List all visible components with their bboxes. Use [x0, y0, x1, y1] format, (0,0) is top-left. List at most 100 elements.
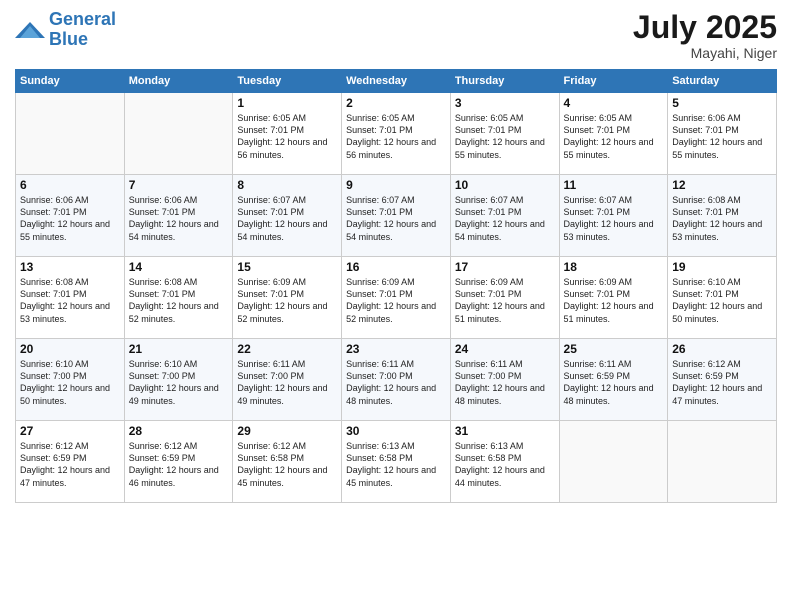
page-container: General Blue July 2025 Mayahi, Niger Sun…	[0, 0, 792, 612]
day-info: Sunrise: 6:09 AM Sunset: 7:01 PM Dayligh…	[346, 276, 446, 325]
day-info: Sunrise: 6:10 AM Sunset: 7:01 PM Dayligh…	[672, 276, 772, 325]
day-info: Sunrise: 6:11 AM Sunset: 7:00 PM Dayligh…	[237, 358, 337, 407]
day-info: Sunrise: 6:09 AM Sunset: 7:01 PM Dayligh…	[455, 276, 555, 325]
col-saturday: Saturday	[668, 70, 777, 93]
calendar-cell: 25 Sunrise: 6:11 AM Sunset: 6:59 PM Dayli…	[559, 339, 668, 421]
calendar-cell: 28 Sunrise: 6:12 AM Sunset: 6:59 PM Dayli…	[124, 421, 233, 503]
calendar-cell: 18 Sunrise: 6:09 AM Sunset: 7:01 PM Dayli…	[559, 257, 668, 339]
col-tuesday: Tuesday	[233, 70, 342, 93]
day-info: Sunrise: 6:12 AM Sunset: 6:58 PM Dayligh…	[237, 440, 337, 489]
calendar-cell: 6Sunrise: 6:06 AM Sunset: 7:01 PM Daylig…	[16, 175, 125, 257]
day-info: Sunrise: 6:05 AM Sunset: 7:01 PM Dayligh…	[346, 112, 446, 161]
day-number: 18	[564, 260, 664, 274]
calendar-week-5: 27Sunrise: 6:12 AM Sunset: 6:59 PM Dayli…	[16, 421, 777, 503]
calendar-cell: 12Sunrise: 6:08 AM Sunset: 7:01 PM Dayli…	[668, 175, 777, 257]
calendar-cell	[668, 421, 777, 503]
col-monday: Monday	[124, 70, 233, 93]
day-number: 17	[455, 260, 555, 274]
day-number: 11	[564, 178, 664, 192]
day-info: Sunrise: 6:08 AM Sunset: 7:01 PM Dayligh…	[129, 276, 229, 325]
calendar-cell: 29Sunrise: 6:12 AM Sunset: 6:58 PM Dayli…	[233, 421, 342, 503]
day-info: Sunrise: 6:05 AM Sunset: 7:01 PM Dayligh…	[564, 112, 664, 161]
day-number: 25	[564, 342, 664, 356]
day-number: 1	[237, 96, 337, 110]
day-info: Sunrise: 6:12 AM Sunset: 6:59 PM Dayligh…	[129, 440, 229, 489]
calendar-cell: 4Sunrise: 6:05 AM Sunset: 7:01 PM Daylig…	[559, 93, 668, 175]
day-number: 31	[455, 424, 555, 438]
location: Mayahi, Niger	[633, 45, 777, 61]
calendar-cell: 19 Sunrise: 6:10 AM Sunset: 7:01 PM Dayli…	[668, 257, 777, 339]
calendar-cell: 10 Sunrise: 6:07 AM Sunset: 7:01 PM Dayli…	[450, 175, 559, 257]
day-number: 28	[129, 424, 229, 438]
day-number: 26	[672, 342, 772, 356]
calendar-week-1: 1 Sunrise: 6:05 AM Sunset: 7:01 PM Daylig…	[16, 93, 777, 175]
day-number: 10	[455, 178, 555, 192]
day-info: Sunrise: 6:07 AM Sunset: 7:01 PM Dayligh…	[564, 194, 664, 243]
day-info: Sunrise: 6:09 AM Sunset: 7:01 PM Dayligh…	[237, 276, 337, 325]
logo-line2: Blue	[49, 29, 88, 49]
calendar-cell: 2 Sunrise: 6:05 AM Sunset: 7:01 PM Daylig…	[342, 93, 451, 175]
calendar-cell: 8 Sunrise: 6:07 AM Sunset: 7:01 PM Daylig…	[233, 175, 342, 257]
calendar-body: 1 Sunrise: 6:05 AM Sunset: 7:01 PM Daylig…	[16, 93, 777, 503]
calendar-cell: 22 Sunrise: 6:11 AM Sunset: 7:00 PM Dayli…	[233, 339, 342, 421]
calendar-cell	[124, 93, 233, 175]
day-number: 30	[346, 424, 446, 438]
logo-text: General Blue	[49, 10, 116, 50]
day-info: Sunrise: 6:07 AM Sunset: 7:01 PM Dayligh…	[455, 194, 555, 243]
month-year: July 2025	[633, 10, 777, 45]
calendar-header: Sunday Monday Tuesday Wednesday Thursday…	[16, 70, 777, 93]
logo-icon	[15, 18, 45, 42]
calendar-cell: 14 Sunrise: 6:08 AM Sunset: 7:01 PM Dayli…	[124, 257, 233, 339]
day-number: 16	[346, 260, 446, 274]
calendar-cell: 11 Sunrise: 6:07 AM Sunset: 7:01 PM Dayli…	[559, 175, 668, 257]
day-number: 13	[20, 260, 120, 274]
calendar-cell: 13 Sunrise: 6:08 AM Sunset: 7:01 PM Dayli…	[16, 257, 125, 339]
day-info: Sunrise: 6:08 AM Sunset: 7:01 PM Dayligh…	[20, 276, 120, 325]
day-number: 5	[672, 96, 772, 110]
col-wednesday: Wednesday	[342, 70, 451, 93]
calendar-cell: 31 Sunrise: 6:13 AM Sunset: 6:58 PM Dayli…	[450, 421, 559, 503]
col-thursday: Thursday	[450, 70, 559, 93]
day-number: 22	[237, 342, 337, 356]
day-number: 6	[20, 178, 120, 192]
calendar-cell: 30Sunrise: 6:13 AM Sunset: 6:58 PM Dayli…	[342, 421, 451, 503]
day-info: Sunrise: 6:13 AM Sunset: 6:58 PM Dayligh…	[455, 440, 555, 489]
day-number: 12	[672, 178, 772, 192]
day-info: Sunrise: 6:11 AM Sunset: 7:00 PM Dayligh…	[455, 358, 555, 407]
calendar-cell: 21Sunrise: 6:10 AM Sunset: 7:00 PM Dayli…	[124, 339, 233, 421]
calendar-cell: 23Sunrise: 6:11 AM Sunset: 7:00 PM Dayli…	[342, 339, 451, 421]
day-info: Sunrise: 6:07 AM Sunset: 7:01 PM Dayligh…	[237, 194, 337, 243]
calendar-cell: 9 Sunrise: 6:07 AM Sunset: 7:01 PM Daylig…	[342, 175, 451, 257]
logo: General Blue	[15, 10, 116, 50]
day-number: 23	[346, 342, 446, 356]
day-info: Sunrise: 6:07 AM Sunset: 7:01 PM Dayligh…	[346, 194, 446, 243]
title-block: July 2025 Mayahi, Niger	[633, 10, 777, 61]
day-number: 15	[237, 260, 337, 274]
calendar-cell: 27Sunrise: 6:12 AM Sunset: 6:59 PM Dayli…	[16, 421, 125, 503]
calendar-week-4: 20 Sunrise: 6:10 AM Sunset: 7:00 PM Dayli…	[16, 339, 777, 421]
day-info: Sunrise: 6:11 AM Sunset: 6:59 PM Dayligh…	[564, 358, 664, 407]
day-number: 24	[455, 342, 555, 356]
day-number: 2	[346, 96, 446, 110]
calendar-cell: 5Sunrise: 6:06 AM Sunset: 7:01 PM Daylig…	[668, 93, 777, 175]
day-number: 8	[237, 178, 337, 192]
day-number: 19	[672, 260, 772, 274]
calendar-cell	[559, 421, 668, 503]
calendar-cell: 20 Sunrise: 6:10 AM Sunset: 7:00 PM Dayli…	[16, 339, 125, 421]
day-number: 14	[129, 260, 229, 274]
day-number: 20	[20, 342, 120, 356]
calendar-cell	[16, 93, 125, 175]
header: General Blue July 2025 Mayahi, Niger	[15, 10, 777, 61]
day-info: Sunrise: 6:09 AM Sunset: 7:01 PM Dayligh…	[564, 276, 664, 325]
day-info: Sunrise: 6:10 AM Sunset: 7:00 PM Dayligh…	[129, 358, 229, 407]
calendar-cell: 15 Sunrise: 6:09 AM Sunset: 7:01 PM Dayli…	[233, 257, 342, 339]
day-info: Sunrise: 6:10 AM Sunset: 7:00 PM Dayligh…	[20, 358, 120, 407]
calendar-week-2: 6 Sunrise: 6:06 AM Sunset: 7:01 PM Daylig…	[16, 175, 777, 257]
day-number: 9	[346, 178, 446, 192]
calendar-table: Sunday Monday Tuesday Wednesday Thursday…	[15, 69, 777, 503]
calendar-cell: 1 Sunrise: 6:05 AM Sunset: 7:01 PM Daylig…	[233, 93, 342, 175]
day-info: Sunrise: 6:05 AM Sunset: 7:01 PM Dayligh…	[237, 112, 337, 161]
day-info: Sunrise: 6:06 AM Sunset: 7:01 PM Dayligh…	[129, 194, 229, 243]
col-sunday: Sunday	[16, 70, 125, 93]
calendar-cell: 24 Sunrise: 6:11 AM Sunset: 7:00 PM Dayli…	[450, 339, 559, 421]
